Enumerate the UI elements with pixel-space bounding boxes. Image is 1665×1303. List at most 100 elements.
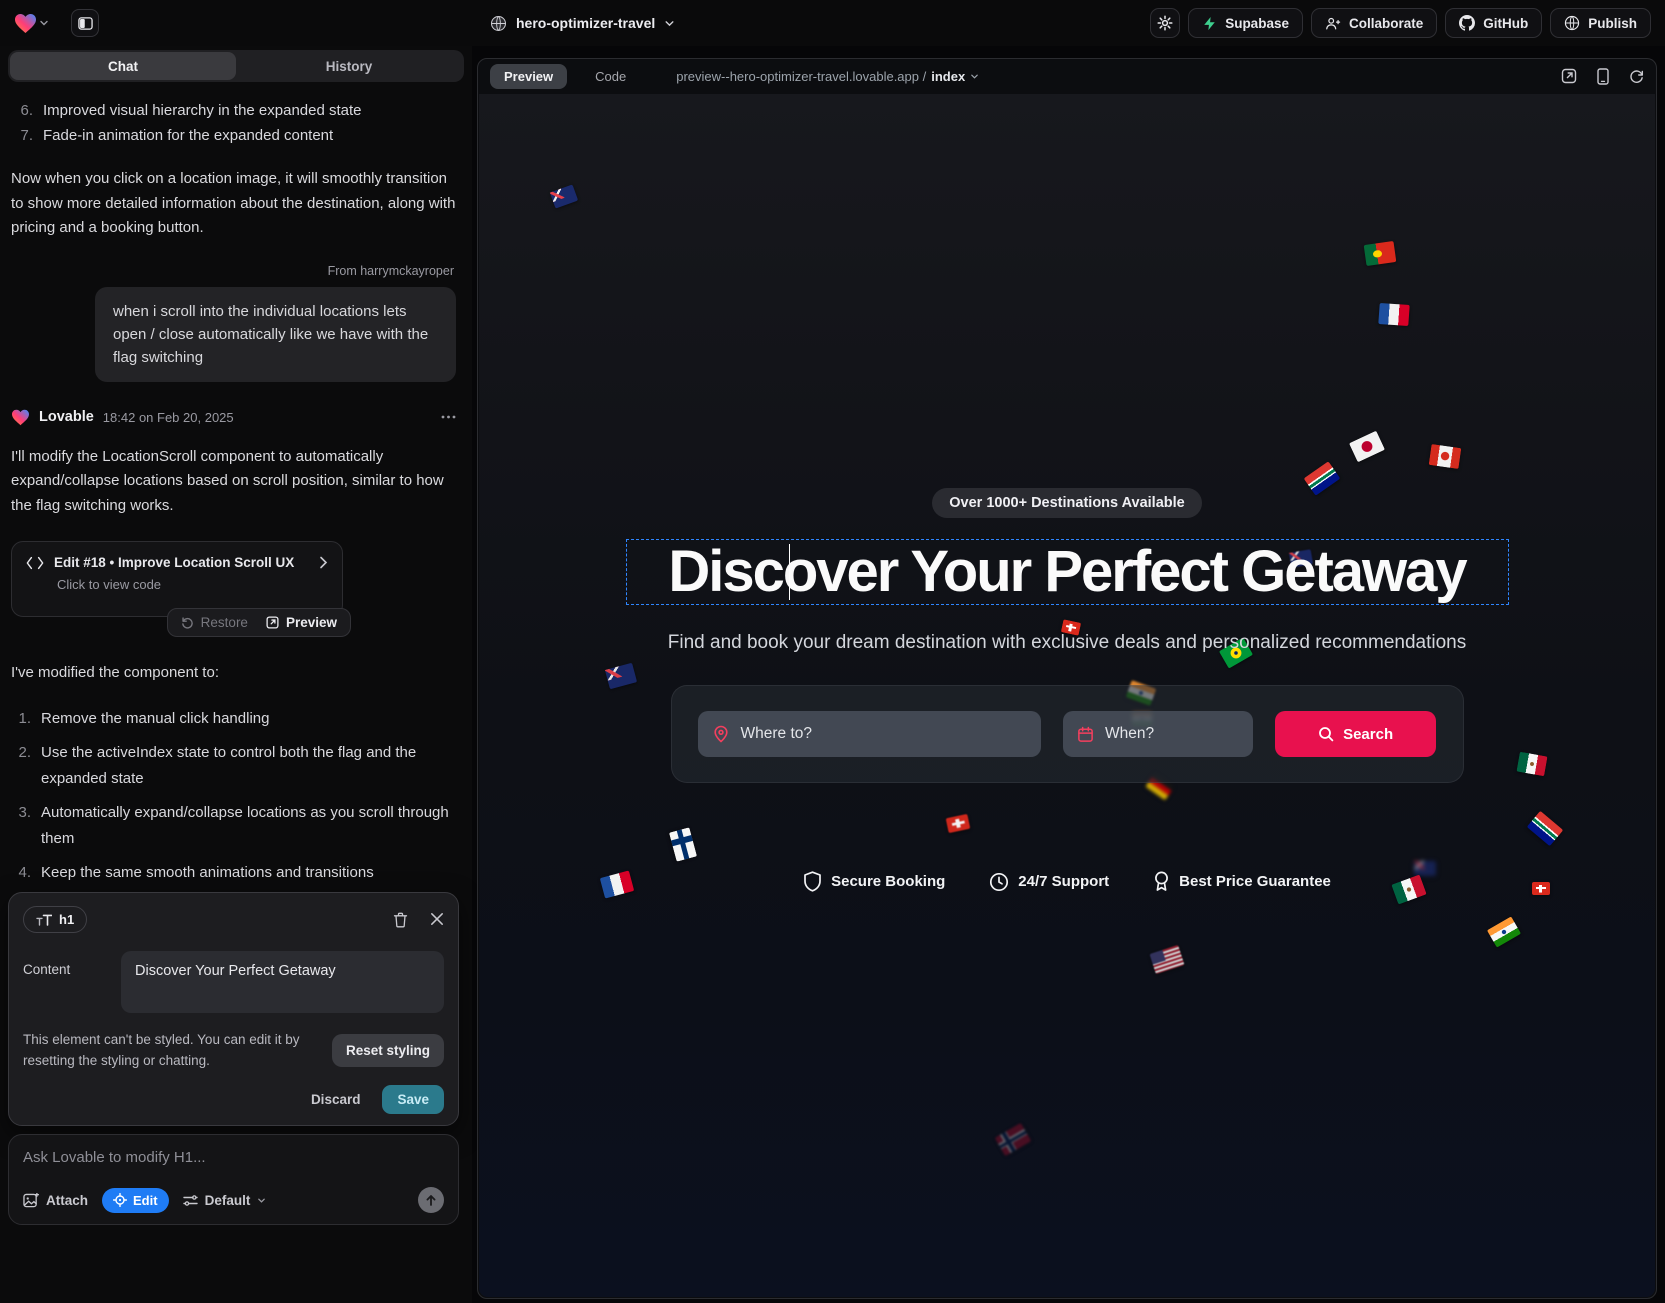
topbar: hero-optimizer-travel Supabase Collabora…: [0, 0, 1665, 46]
list-item: 2.Use the activeIndex state to control b…: [11, 740, 456, 791]
chevron-down-icon: [39, 18, 49, 28]
destinations-badge: Over 1000+ Destinations Available: [932, 488, 1201, 518]
chevron-down-icon: [970, 72, 979, 81]
feature-price-guarantee: Best Price Guarantee: [1153, 871, 1331, 892]
publish-button[interactable]: Publish: [1550, 8, 1651, 38]
feature-support: 24/7 Support: [989, 872, 1109, 892]
content-textarea[interactable]: Discover Your Perfect Getaway: [121, 951, 444, 1013]
restore-preview-pill: Restore Preview: [167, 608, 351, 637]
arrow-up-icon: [425, 1194, 437, 1207]
numbered-list: 6.Improved visual hierarchy in the expan…: [13, 98, 456, 148]
text-size-icon: [36, 914, 52, 926]
publish-globe-icon: [1564, 15, 1580, 31]
code-icon: [26, 556, 44, 570]
settings-button[interactable]: [1150, 8, 1180, 38]
assistant-name: Lovable: [39, 409, 94, 425]
mobile-view-icon[interactable]: [1597, 68, 1609, 85]
search-icon: [1318, 726, 1334, 742]
restore-icon: [181, 616, 194, 629]
message-timestamp: 18:42 on Feb 20, 2025: [103, 410, 234, 425]
when-input[interactable]: When?: [1063, 711, 1253, 757]
github-button[interactable]: GitHub: [1445, 8, 1542, 38]
feature-secure-booking: Secure Booking: [803, 871, 945, 892]
hero-title[interactable]: Discover Your Perfect Getaway: [666, 540, 1467, 604]
trash-icon[interactable]: [393, 912, 408, 928]
selected-element-outline[interactable]: Discover Your Perfect Getaway: [626, 539, 1509, 605]
reset-styling-button[interactable]: Reset styling: [332, 1034, 444, 1067]
calendar-icon: [1077, 726, 1094, 743]
shield-icon: [803, 871, 822, 892]
tab-preview[interactable]: Preview: [490, 64, 567, 89]
globe-icon: [490, 15, 507, 32]
github-label: GitHub: [1483, 16, 1528, 31]
styling-note: This element can't be styled. You can ed…: [23, 1029, 318, 1071]
supabase-button[interactable]: Supabase: [1188, 8, 1303, 38]
lovable-heart-icon: [14, 13, 37, 34]
gear-icon: [1157, 15, 1173, 31]
supabase-label: Supabase: [1225, 16, 1289, 31]
discard-button[interactable]: Discard: [311, 1092, 361, 1107]
preview-url[interactable]: preview--hero-optimizer-travel.lovable.a…: [676, 69, 979, 84]
attach-button[interactable]: Attach: [23, 1193, 88, 1208]
tab-code[interactable]: Code: [581, 64, 640, 89]
refresh-icon[interactable]: [1629, 69, 1644, 84]
ask-lovable-input[interactable]: [23, 1149, 444, 1166]
modified-intro: I've modified the component to:: [11, 661, 456, 686]
github-icon: [1459, 15, 1475, 31]
preview-button[interactable]: Preview: [266, 615, 337, 630]
project-switcher[interactable]: hero-optimizer-travel: [490, 0, 675, 46]
edit-mode-button[interactable]: Edit: [102, 1188, 169, 1213]
steps-list: 1.Remove the manual click handling 2.Use…: [11, 706, 456, 921]
chevron-down-icon: [257, 1196, 266, 1205]
user-message-bubble: when i scroll into the individual locati…: [95, 287, 456, 382]
chat-input-card: Attach Edit Default: [8, 1134, 459, 1225]
publish-label: Publish: [1588, 16, 1637, 31]
map-pin-icon: [712, 725, 730, 743]
tab-chat[interactable]: Chat: [10, 52, 236, 80]
list-item: 4.Keep the same smooth animations and tr…: [11, 860, 456, 886]
assistant-message-header: Lovable 18:42 on Feb 20, 2025: [11, 409, 456, 426]
features-row: Secure Booking 24/7 Support Best Price G…: [803, 871, 1331, 892]
default-mode-dropdown[interactable]: Default: [183, 1193, 267, 1208]
send-button[interactable]: [418, 1187, 444, 1213]
flag-india-icon: [1487, 916, 1521, 947]
crosshair-icon: [113, 1193, 127, 1207]
project-name: hero-optimizer-travel: [516, 15, 655, 31]
list-item: 7.Fade-in animation for the expanded con…: [13, 123, 456, 148]
sliders-icon: [183, 1194, 198, 1207]
supabase-icon: [1202, 16, 1217, 31]
text-caret: [789, 544, 791, 600]
edit-card-subtitle: Click to view code: [57, 577, 328, 592]
people-icon: [1325, 16, 1341, 31]
chat-scroll-area[interactable]: 6.Improved visual hierarchy in the expan…: [0, 82, 472, 920]
more-options-icon[interactable]: [441, 415, 456, 419]
assistant-paragraph: I'll modify the LocationScroll component…: [11, 445, 456, 519]
edit-card-title: Edit #18 • Improve Location Scroll UX: [54, 555, 294, 570]
collaborate-button[interactable]: Collaborate: [1311, 8, 1437, 38]
edit-code-card[interactable]: Edit #18 • Improve Location Scroll UX Cl…: [11, 541, 343, 617]
close-icon[interactable]: [430, 912, 444, 928]
open-external-icon[interactable]: [1561, 68, 1577, 84]
tab-history[interactable]: History: [236, 52, 462, 80]
flag-norway-icon: [995, 1123, 1031, 1156]
restore-button[interactable]: Restore: [181, 615, 248, 630]
chevron-down-icon: [664, 18, 675, 29]
list-item: 6.Improved visual hierarchy in the expan…: [13, 98, 456, 123]
toggle-sidebar-button[interactable]: [71, 9, 99, 37]
hero-section: Over 1000+ Destinations Available Discov…: [479, 94, 1655, 892]
search-button[interactable]: Search: [1275, 711, 1437, 757]
save-button[interactable]: Save: [382, 1085, 444, 1114]
preview-toolbar: Preview Code preview--hero-optimizer-tra…: [478, 59, 1656, 93]
award-icon: [1153, 871, 1170, 892]
preview-panel: Preview Code preview--hero-optimizer-tra…: [477, 58, 1657, 1299]
lovable-logo-menu[interactable]: [14, 13, 49, 34]
collaborate-label: Collaborate: [1349, 16, 1423, 31]
content-label: Content: [23, 951, 93, 1013]
chat-sidebar: Chat History 6.Improved visual hierarchy…: [0, 46, 472, 1303]
where-to-input[interactable]: Where to?: [698, 711, 1041, 757]
url-page: index: [931, 69, 965, 84]
from-user-label: From harrymckayroper: [11, 264, 456, 278]
element-tag-pill[interactable]: h1: [23, 906, 87, 933]
search-card: Where to? When? Search: [671, 685, 1464, 783]
assistant-paragraph: Now when you click on a location image, …: [11, 167, 456, 241]
